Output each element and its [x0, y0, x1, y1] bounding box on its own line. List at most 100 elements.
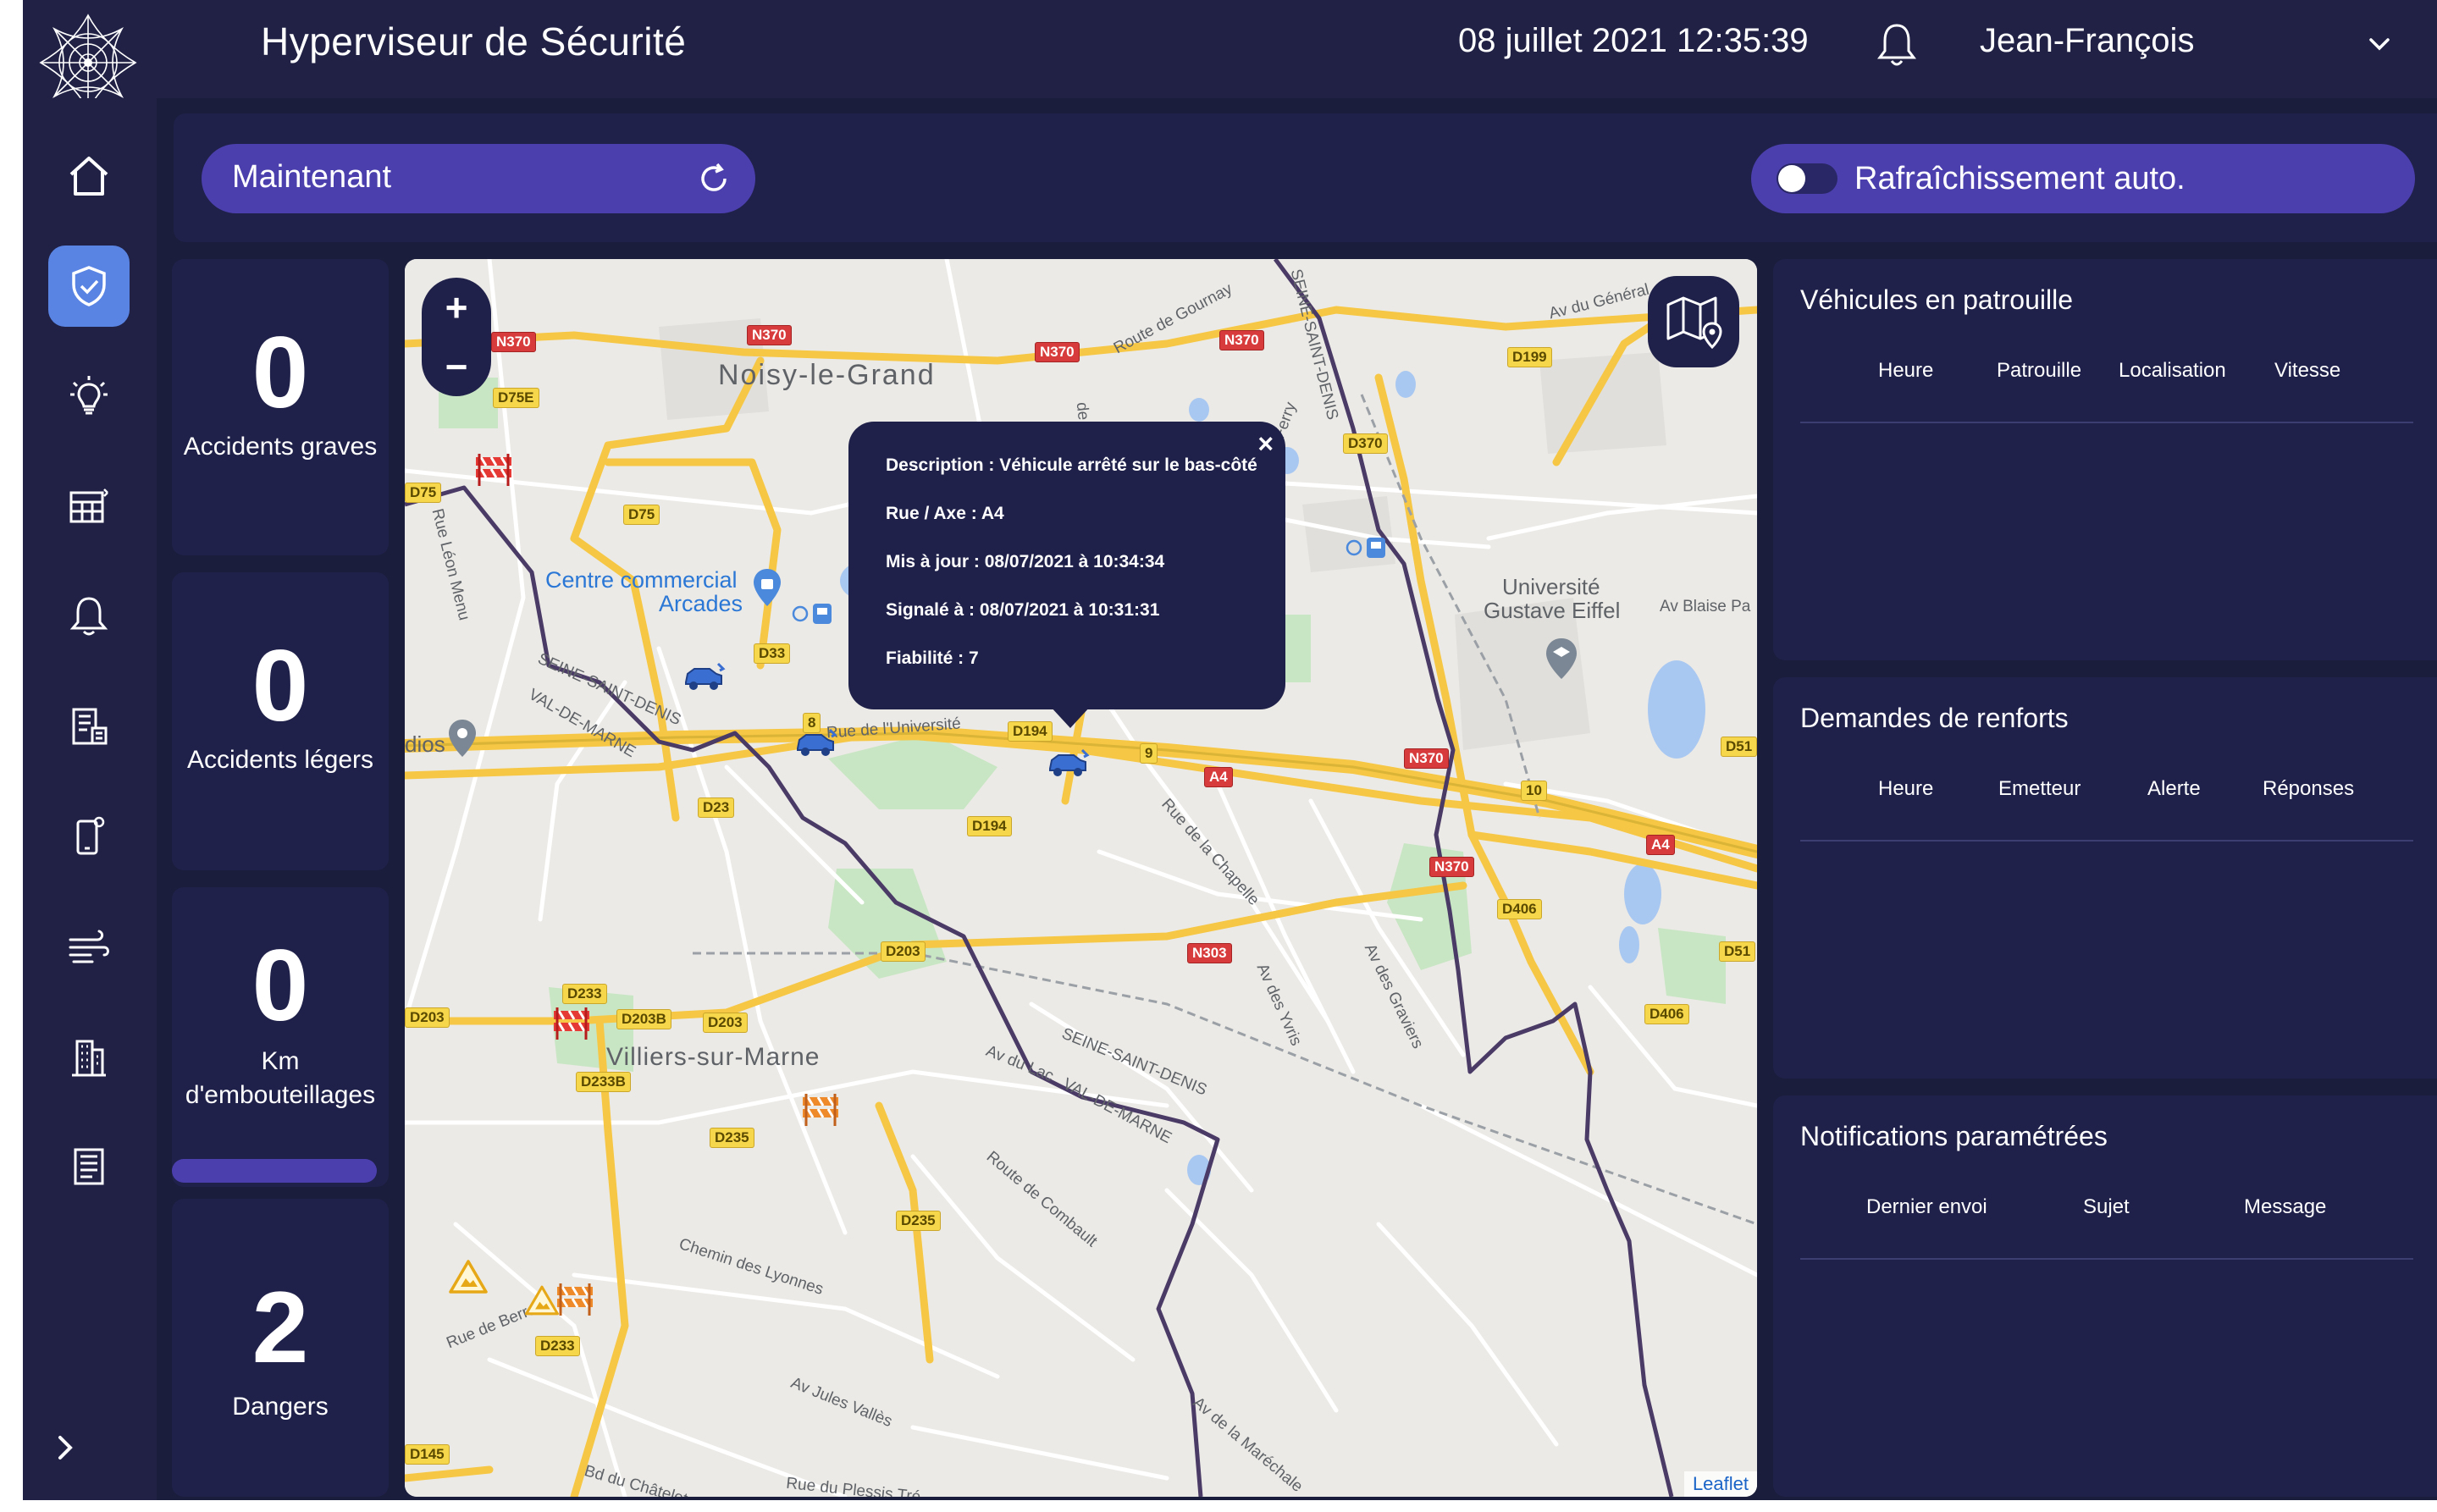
road-number-tag: D194 — [1008, 721, 1053, 742]
toggle-knob — [1778, 165, 1805, 192]
column-header[interactable]: Patrouille — [1997, 359, 2081, 383]
notifications-bell-icon[interactable] — [1876, 22, 1917, 68]
sidebar-item-reports[interactable] — [48, 686, 130, 767]
current-datetime: 08 juillet 2021 12:35:39 — [1458, 22, 1809, 59]
stat-card-dangers: 2 Dangers — [172, 1199, 389, 1497]
chevron-right-icon[interactable] — [48, 1431, 82, 1465]
column-header[interactable]: Vitesse — [2274, 359, 2340, 383]
sidebar-item-security[interactable] — [48, 246, 130, 327]
sidebar-item-air[interactable] — [48, 906, 130, 987]
broken-car-icon[interactable] — [793, 726, 838, 760]
popup-road-value: A4 — [981, 504, 1004, 523]
panel-title: Demandes de renforts — [1800, 703, 2069, 733]
popup-reported-value: 08/07/2021 à 10:31:31 — [979, 600, 1160, 620]
column-header[interactable]: Alerte — [2147, 777, 2201, 801]
backup-requests-panel: Demandes de renforts Heure Emetteur Aler… — [1773, 677, 2437, 1079]
zoom-control: + − — [422, 278, 491, 396]
stat-value: 0 — [251, 629, 309, 742]
auto-refresh-label: Rafraîchissement auto. — [1854, 161, 2186, 196]
danger-triangle-icon[interactable] — [523, 1283, 561, 1317]
panel-divider — [1800, 1258, 2413, 1260]
place-label: Noisy-le-Grand — [718, 359, 936, 391]
sidebar-item-mobile[interactable] — [48, 796, 130, 877]
column-header[interactable]: Emetteur — [1998, 777, 2081, 801]
popup-road-label: Rue / Axe : — [886, 504, 977, 523]
train-station-icon[interactable] — [1345, 535, 1387, 560]
column-header[interactable]: Heure — [1878, 777, 1933, 801]
place-label: Centre commercial — [545, 567, 738, 593]
sidebar-item-journal[interactable] — [48, 1126, 130, 1207]
roadworks-barrier-icon[interactable] — [472, 450, 515, 488]
column-header[interactable]: Localisation — [2119, 359, 2226, 383]
street-label: Av Blaise Pa — [1660, 598, 1751, 615]
shield-icon — [72, 266, 106, 306]
time-selector-label: Maintenant — [232, 159, 392, 195]
road-number-tag: 9 — [1140, 743, 1158, 764]
panel-title: Notifications paramétrées — [1800, 1121, 2108, 1151]
popup-reliability-label: Fiabilité : — [886, 648, 964, 668]
popup-reported: Signalé à : 08/07/2021 à 10:31:31 — [886, 600, 1159, 621]
panel-divider — [1800, 422, 2413, 423]
traffic-jam-bar — [172, 1159, 377, 1183]
place-label: Villiers-sur-Marne — [606, 1043, 821, 1071]
road-number-tag: N370 — [1035, 342, 1080, 362]
refresh-icon[interactable] — [696, 161, 732, 196]
road-number-tag: N370 — [747, 325, 792, 345]
broken-car-icon[interactable] — [1045, 747, 1091, 781]
patrol-vehicles-panel: Véhicules en patrouille Heure Patrouille… — [1773, 259, 2437, 660]
place-label: Gustave Eiffel — [1484, 598, 1621, 623]
chevron-down-icon[interactable] — [2368, 32, 2391, 56]
road-number-tag: D233 — [535, 1336, 580, 1356]
roadworks-barrier-icon[interactable] — [799, 1090, 842, 1128]
road-number-tag: D203 — [405, 1007, 450, 1028]
document-icon — [72, 708, 108, 745]
column-header[interactable]: Réponses — [2263, 777, 2354, 801]
column-header[interactable]: Heure — [1878, 359, 1933, 383]
auto-refresh-toggle[interactable] — [1777, 163, 1837, 194]
danger-triangle-icon[interactable] — [447, 1258, 489, 1295]
sidebar-item-buildings[interactable] — [48, 1016, 130, 1097]
popup-reliability-value: 7 — [969, 648, 979, 668]
sidebar — [23, 98, 157, 1500]
broken-car-icon[interactable] — [681, 660, 727, 694]
newspaper-icon — [74, 1148, 104, 1185]
sidebar-item-tables[interactable] — [48, 466, 130, 547]
zoom-out-button[interactable]: − — [422, 337, 491, 396]
shopping-pin-icon[interactable] — [750, 567, 784, 610]
sidebar-item-alerts[interactable] — [48, 576, 130, 657]
university-pin-icon[interactable] — [1543, 637, 1580, 682]
lightbulb-icon — [70, 376, 108, 415]
zoom-in-button[interactable]: + — [422, 278, 491, 337]
sidebar-item-lighting[interactable] — [48, 356, 130, 437]
road-number-tag: D199 — [1507, 347, 1552, 367]
popup-reported-label: Signalé à : — [886, 600, 975, 620]
location-pin-icon[interactable] — [445, 718, 479, 760]
column-header[interactable]: Message — [2244, 1195, 2326, 1219]
popup-updated: Mis à jour : 08/07/2021 à 10:34:34 — [886, 552, 1164, 572]
column-header[interactable]: Dernier envoi — [1866, 1195, 1987, 1219]
stat-label: Accidents graves — [183, 433, 378, 461]
popup-close-button[interactable]: × — [1257, 428, 1274, 460]
wind-icon — [69, 930, 109, 963]
time-selector[interactable]: Maintenant — [202, 144, 755, 213]
place-label: Université — [1502, 574, 1600, 599]
road-number-tag: D235 — [710, 1128, 754, 1148]
sidebar-item-home[interactable] — [48, 135, 130, 217]
train-station-icon[interactable] — [791, 601, 833, 626]
stat-label: Dangers — [232, 1393, 329, 1421]
road-number-tag: N303 — [1187, 943, 1232, 963]
road-number-tag: D406 — [1644, 1004, 1689, 1024]
column-header[interactable]: Sujet — [2083, 1195, 2130, 1219]
popup-reliability: Fiabilité : 7 — [886, 648, 979, 669]
map-attribution-link[interactable]: Leaflet — [1683, 1471, 1757, 1497]
road-number-tag: D406 — [1497, 899, 1542, 919]
user-menu-name[interactable]: Jean-François — [1980, 22, 2194, 60]
map-layers-button[interactable] — [1648, 276, 1739, 367]
road-number-tag: D75E — [493, 388, 539, 408]
road-number-tag: D233B — [576, 1072, 631, 1092]
popup-description-value: Véhicule arrêté sur le bas-côté — [999, 455, 1257, 475]
map-pin-icon — [1666, 296, 1722, 350]
road-number-tag: 10 — [1521, 781, 1547, 801]
roadworks-barrier-icon[interactable] — [550, 1004, 593, 1041]
map[interactable]: Noisy-le-Grand Centre commercial Arcades… — [405, 259, 1757, 1497]
